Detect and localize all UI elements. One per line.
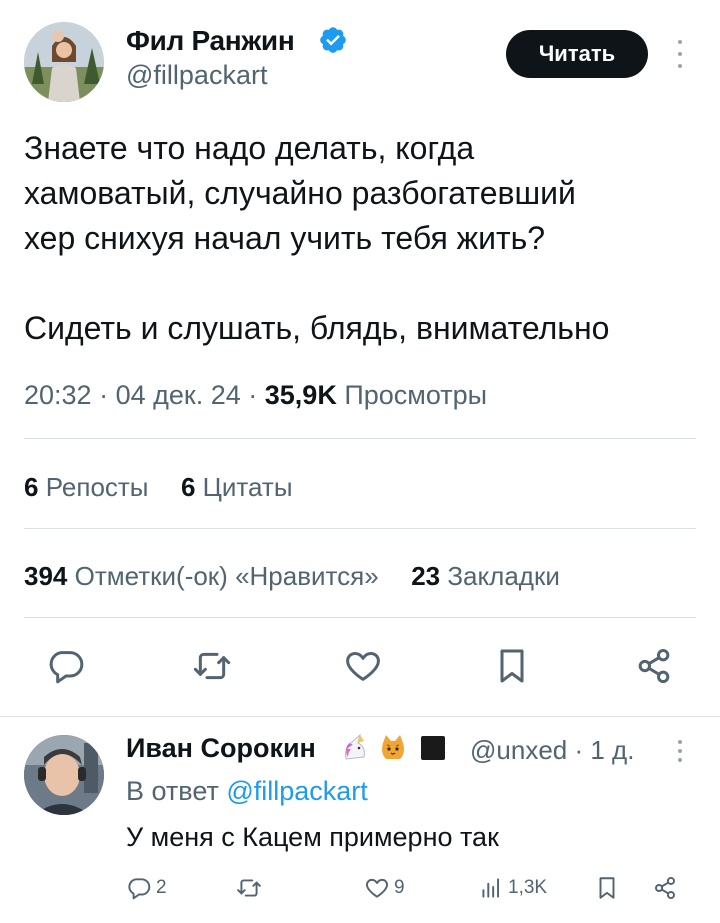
quotes-label: Цитаты [202,472,293,502]
retweet-icon [237,879,261,897]
quotes-link[interactable]: 6 Цитаты [181,472,293,502]
bookmark-icon[interactable] [486,640,538,692]
avatar-photo [24,22,104,102]
author-handle[interactable]: @fillpackart [126,60,267,91]
likes-label: Отметки(-ок) «Нравится» [74,561,379,591]
tweet-actions [40,640,680,692]
tweet-text: Знаете что надо делать, когда хамоватый,… [24,130,610,346]
follow-button[interactable]: Читать [506,30,648,78]
reply-icon[interactable] [40,640,92,692]
divider [24,528,696,529]
reposts-quotes-stats: 6 Репосты 6 Цитаты [24,472,293,503]
more-options-icon[interactable] [670,34,690,74]
reply-author-avatar[interactable] [24,735,104,815]
tweet-date[interactable]: 04 дек. 24 [116,380,241,410]
views-count: 1,3K [508,877,548,898]
reply-icon [128,878,151,900]
divider [24,438,696,439]
share-icon[interactable] [628,640,680,692]
reposts-label: Репосты [45,472,149,502]
reply-text: У меня с Кацем примерно так [126,822,499,852]
reply-to-mention[interactable]: @fillpackart [226,776,367,806]
verified-badge-icon [320,27,346,53]
like-count: 9 [394,877,405,898]
reply-more-options-icon[interactable] [670,734,690,768]
views-count: 35,9K [264,380,337,410]
retweet-icon[interactable] [186,640,238,692]
reply-count: 2 [156,877,167,898]
likes-link[interactable]: 394 Отметки(-ок) «Нравится» [24,561,379,591]
reply-to-prefix: В ответ [126,776,219,806]
reply-time[interactable]: 1 д. [590,735,634,765]
bookmarks-label: Закладки [447,561,560,591]
author-name[interactable]: Фил Ранжин [126,25,295,57]
author-avatar[interactable] [24,22,104,102]
reply-share-action[interactable] [652,870,678,906]
likes-bookmarks-stats: 394 Отметки(-ок) «Нравится» 23 Закладки [24,561,560,592]
reply-like-action[interactable]: 9 [364,870,405,906]
like-icon[interactable] [337,640,389,692]
tweet-time[interactable]: 20:32 [24,380,92,410]
like-icon [366,878,388,898]
reply-views-action[interactable]: 1,3K [478,870,547,906]
divider [24,617,696,618]
cat-icon [382,735,404,759]
replying-to: В ответ @fillpackart [126,776,368,807]
views-icon [482,878,500,898]
reply-handle-time: @unxed · 1 д. [470,735,635,765]
bookmarks-count: 23 [411,561,441,591]
reply-bookmark-action[interactable] [594,870,620,906]
reply-reply-action[interactable]: 2 [126,870,167,906]
views-label: Просмотры [344,380,488,410]
reposts-count: 6 [24,472,39,502]
quotes-count: 6 [180,472,196,502]
bookmarks-link[interactable]: 23 Закладки [411,561,560,591]
reposts-link[interactable]: 6 Репосты [24,472,149,502]
black-square-icon [421,736,445,760]
bookmark-icon [599,877,615,899]
reply-retweet-action[interactable] [236,870,266,906]
avatar-photo [24,735,104,815]
section-divider [0,716,720,717]
tweet-meta: 20:32 · 04 дек. 24 · 35,9K Просмотры [24,380,488,410]
reply-handle[interactable]: @unxed [470,735,567,765]
likes-count: 394 [24,561,68,591]
share-icon [655,876,675,900]
reply-author-name[interactable]: Иван Сорокин [126,733,316,764]
unicorn-icon [345,733,365,760]
